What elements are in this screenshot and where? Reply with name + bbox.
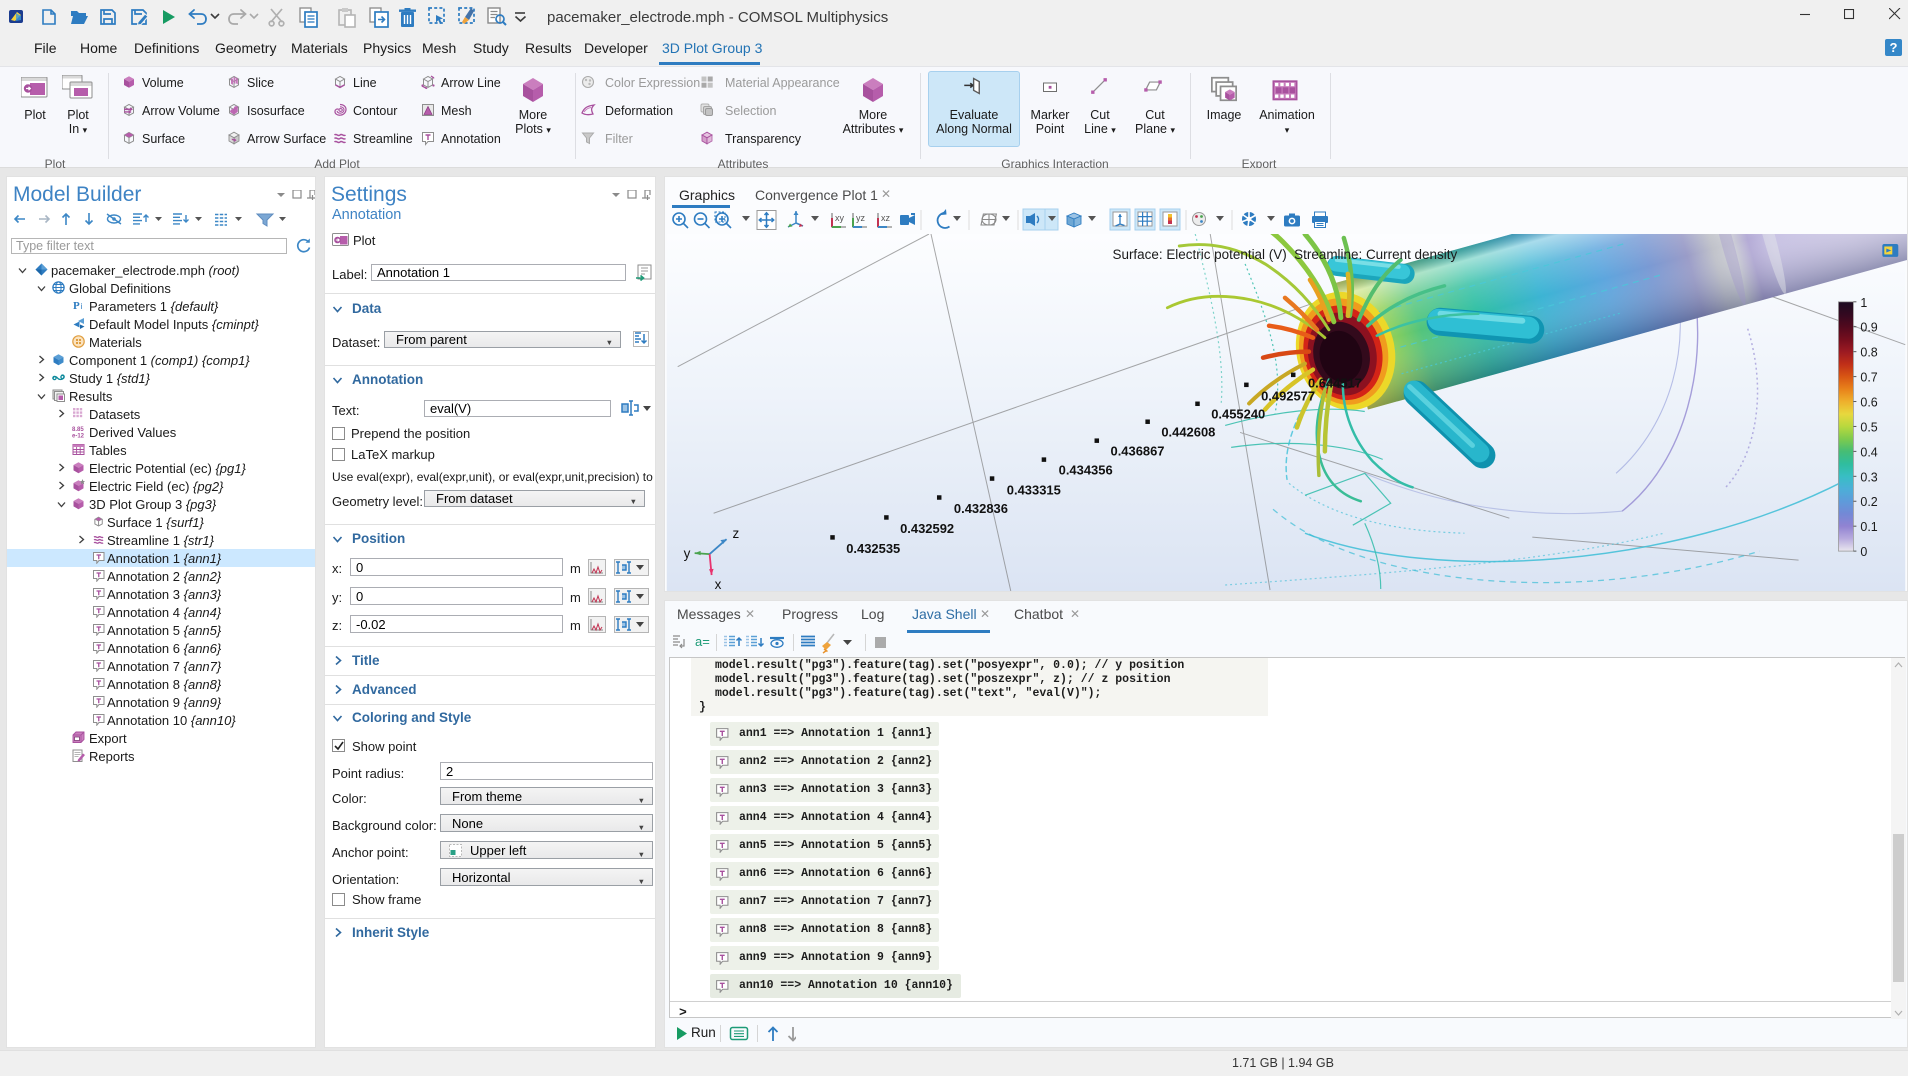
svg-text:0.432535: 0.432535 bbox=[846, 541, 900, 556]
svg-text:0.3: 0.3 bbox=[1860, 470, 1877, 484]
svg-text:0.455240: 0.455240 bbox=[1211, 406, 1265, 421]
svg-text:0.644517: 0.644517 bbox=[1308, 376, 1362, 391]
svg-text:xy: xy bbox=[835, 213, 845, 223]
svg-text:0.7: 0.7 bbox=[1860, 371, 1877, 385]
svg-text:0.1: 0.1 bbox=[1860, 520, 1877, 534]
svg-text:?: ? bbox=[1890, 40, 1898, 55]
svg-text:x: x bbox=[715, 577, 722, 591]
svg-text:1: 1 bbox=[1860, 296, 1867, 310]
svg-text:0.492577: 0.492577 bbox=[1261, 389, 1315, 404]
svg-text:0.433315: 0.433315 bbox=[1007, 482, 1061, 497]
svg-text:y: y bbox=[684, 546, 691, 561]
svg-text:0.6: 0.6 bbox=[1860, 396, 1877, 410]
svg-text:0.9: 0.9 bbox=[1860, 321, 1877, 335]
svg-text:0.2: 0.2 bbox=[1860, 495, 1877, 509]
svg-text:0.436867: 0.436867 bbox=[1110, 443, 1164, 458]
svg-text:0: 0 bbox=[1860, 545, 1867, 559]
svg-text:a=: a= bbox=[695, 634, 710, 649]
svg-text:0.442608: 0.442608 bbox=[1161, 424, 1215, 439]
svg-text:xz: xz bbox=[881, 213, 891, 223]
svg-text:Surface: Electric potential (V: Surface: Electric potential (V) Streamli… bbox=[1112, 247, 1457, 262]
svg-text:0.5: 0.5 bbox=[1860, 420, 1877, 434]
svg-text:0.8: 0.8 bbox=[1860, 346, 1877, 360]
svg-text:yz: yz bbox=[856, 213, 866, 223]
svg-text:0.434356: 0.434356 bbox=[1059, 462, 1113, 477]
svg-text:0.432836: 0.432836 bbox=[954, 501, 1008, 516]
svg-text:0.4: 0.4 bbox=[1860, 445, 1877, 459]
svg-text:0.432592: 0.432592 bbox=[900, 521, 954, 536]
svg-text:z: z bbox=[733, 526, 740, 541]
